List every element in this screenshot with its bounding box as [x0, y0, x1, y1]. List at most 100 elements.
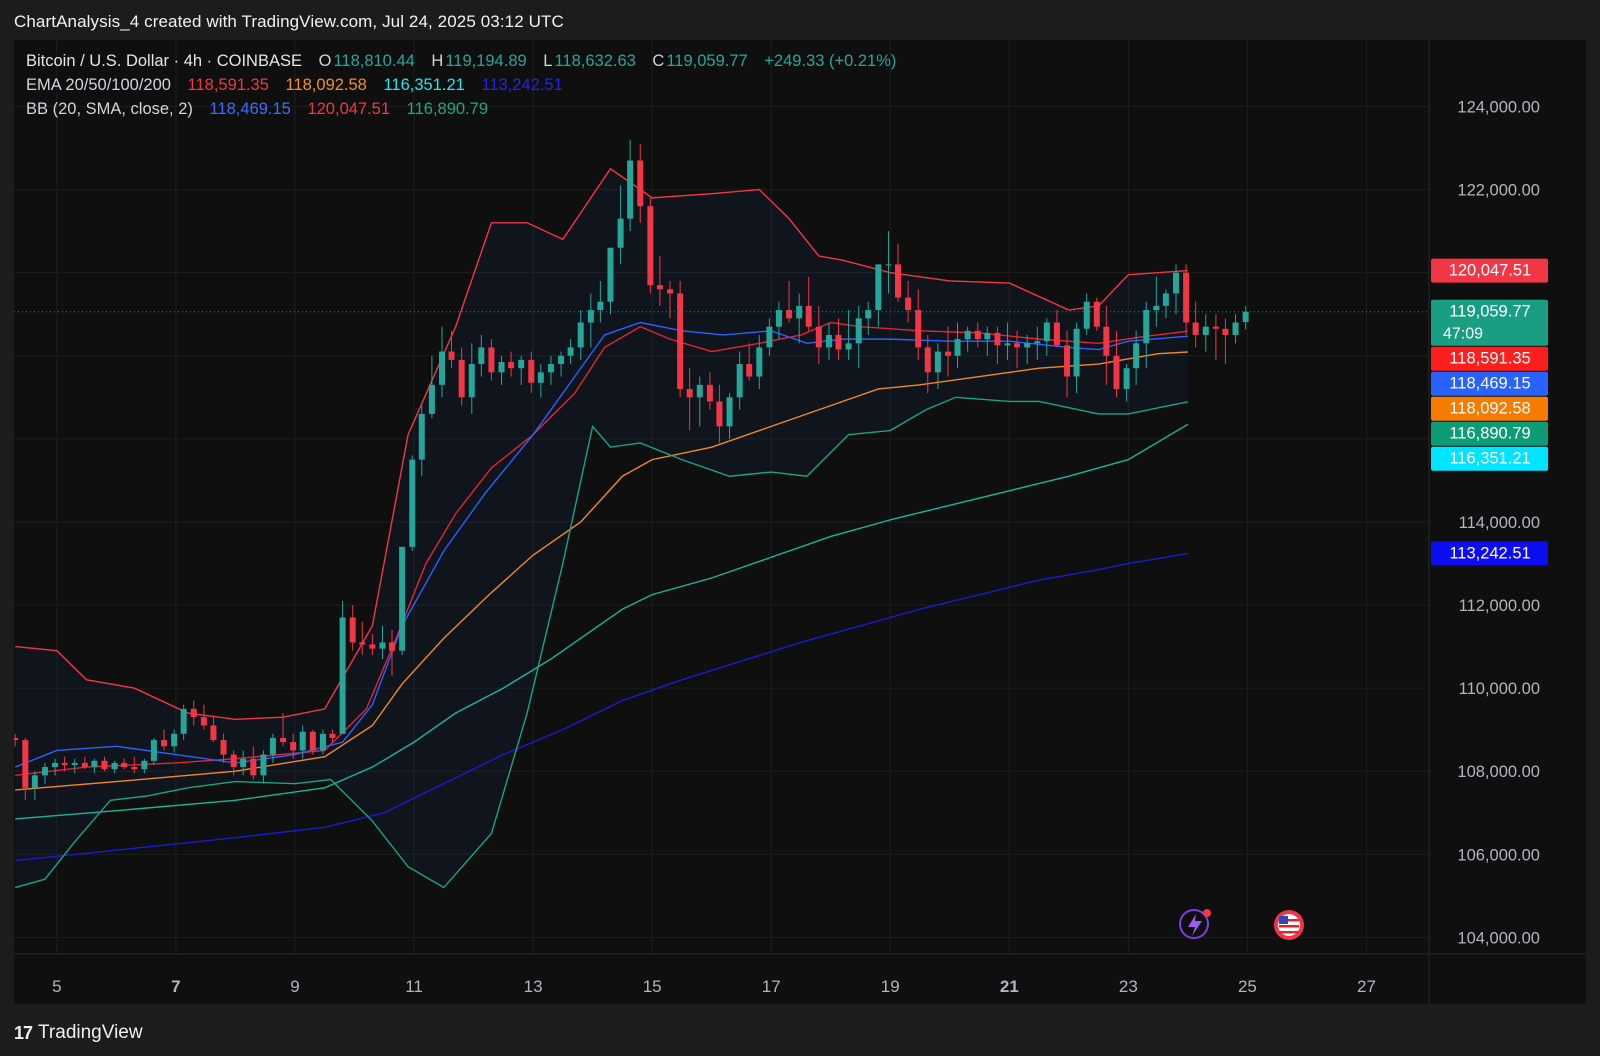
candle-body [31, 775, 38, 788]
ema50-value: 118,092.58 [285, 76, 367, 94]
candle-body [349, 617, 356, 643]
candle-body [945, 351, 952, 356]
candle-body [597, 301, 604, 311]
lightning-event-icon [1179, 909, 1211, 939]
ohlc-legend: Bitcoin / U.S. Dollar · 4h · COINBASE O1… [26, 52, 898, 71]
candle-body [71, 762, 78, 765]
candle-body [1123, 368, 1130, 389]
x-tick-label: 25 [1238, 977, 1257, 996]
candle-body [667, 289, 674, 294]
candle-body [1103, 326, 1110, 356]
price-chart[interactable]: 124,000.00 122,000.00 114,000.00 112,000.00… [14, 40, 1586, 1004]
candle-body [994, 332, 1001, 346]
ema-legend[interactable]: EMA 20/50/100/200 118,591.35 118,092.58 … [26, 76, 565, 95]
y-tick-label: 108,000.00 [1457, 763, 1540, 781]
candle-body [736, 364, 743, 398]
candle-body [815, 326, 822, 348]
chart-panel[interactable]: 124,000.00 122,000.00 114,000.00 112,000.00… [14, 40, 1586, 1004]
candle-body [1034, 341, 1041, 344]
candle-body [915, 310, 922, 348]
candle-body [418, 413, 425, 460]
candle-body [369, 644, 376, 649]
x-tick-label: 23 [1119, 977, 1138, 996]
price-axis-label: 116,890.79 [1449, 425, 1530, 443]
y-tick-label: 106,000.00 [1457, 846, 1540, 864]
candle-body [498, 361, 505, 373]
series-bb-lower [15, 396, 1189, 889]
price-axis-label: 118,469.15 [1449, 375, 1530, 393]
candle-body [716, 401, 723, 427]
candle-body [319, 733, 326, 751]
candle-body [528, 359, 535, 383]
candle-body [61, 762, 68, 765]
chart-caption: ChartAnalysis_4 created with TradingView… [14, 12, 564, 31]
candle-body [260, 754, 267, 776]
bb-upper-value: 120,047.51 [307, 100, 391, 118]
bb-lower-value: 116,890.79 [406, 100, 488, 118]
x-tick-label: 5 [52, 977, 61, 996]
low-value: 118,632.63 [554, 52, 636, 70]
candle-body [1162, 293, 1169, 306]
candle-body [1232, 322, 1239, 335]
candle-body [161, 740, 168, 747]
candle-body [250, 758, 257, 776]
candle-body [1153, 305, 1160, 311]
candle-body [478, 347, 485, 365]
candle-body [439, 351, 446, 385]
candle-body [1053, 322, 1060, 346]
candle-body [637, 160, 644, 207]
close-label: C [652, 52, 665, 70]
candle-body [1133, 343, 1140, 369]
candle-body [1024, 343, 1031, 348]
y-tick-label: 110,000.00 [1459, 680, 1540, 698]
ema-label: EMA 20/50/100/200 [26, 76, 171, 94]
candle-body [934, 351, 941, 373]
candle-body [230, 754, 237, 768]
x-tick-label: 21 [1000, 977, 1019, 996]
y-tick-label: 112,000.00 [1459, 597, 1540, 615]
candle-body [895, 264, 902, 298]
candle-body [855, 318, 862, 344]
candle-body [696, 384, 703, 398]
x-tick-label: 17 [762, 977, 781, 996]
close-value: 119,059.77 [666, 52, 748, 70]
candle-body [577, 322, 584, 348]
candle-body [339, 617, 346, 734]
y-tick-label: 124,000.00 [1457, 98, 1540, 116]
candle-body [1173, 272, 1180, 294]
candle-body [1113, 355, 1120, 389]
bb-legend[interactable]: BB (20, SMA, close, 2) 118,469.15 120,04… [26, 100, 490, 119]
candle-body [726, 397, 733, 427]
candle-body [974, 330, 981, 340]
countdown-label: 47:09 [1443, 326, 1483, 343]
tradingview-logo-icon: 17 [14, 1022, 33, 1043]
candle-body [1064, 345, 1071, 377]
candle-body [171, 733, 178, 747]
candle-body [329, 733, 336, 738]
candle-body [389, 642, 396, 651]
candle-body [131, 767, 138, 770]
ema100-value: 116,351.21 [383, 76, 465, 94]
candle-body [309, 731, 316, 751]
candle-body [905, 297, 912, 311]
candle-body [210, 725, 217, 741]
candle-body [81, 762, 88, 768]
candle-body [141, 760, 148, 770]
change-value: +249.33 (+0.21%) [764, 52, 897, 70]
candle-body [150, 740, 157, 761]
bb-basis-value: 118,469.15 [209, 100, 291, 118]
candle-body [280, 737, 287, 743]
candle-body [1014, 343, 1021, 348]
bb-label: BB (20, SMA, close, 2) [26, 100, 193, 118]
candle-body [180, 708, 187, 734]
tradingview-logo[interactable]: 17 TradingView [14, 1022, 143, 1044]
symbol-label[interactable]: Bitcoin / U.S. Dollar · 4h · COINBASE [26, 52, 302, 70]
candle-body [399, 546, 406, 651]
candle-body [1093, 301, 1100, 327]
candle-body [964, 330, 971, 340]
candle-body [52, 762, 59, 768]
x-tick-label: 15 [643, 977, 662, 996]
series-ema-200 [15, 552, 1189, 862]
candle-body [775, 310, 782, 327]
candle-body [240, 758, 247, 768]
